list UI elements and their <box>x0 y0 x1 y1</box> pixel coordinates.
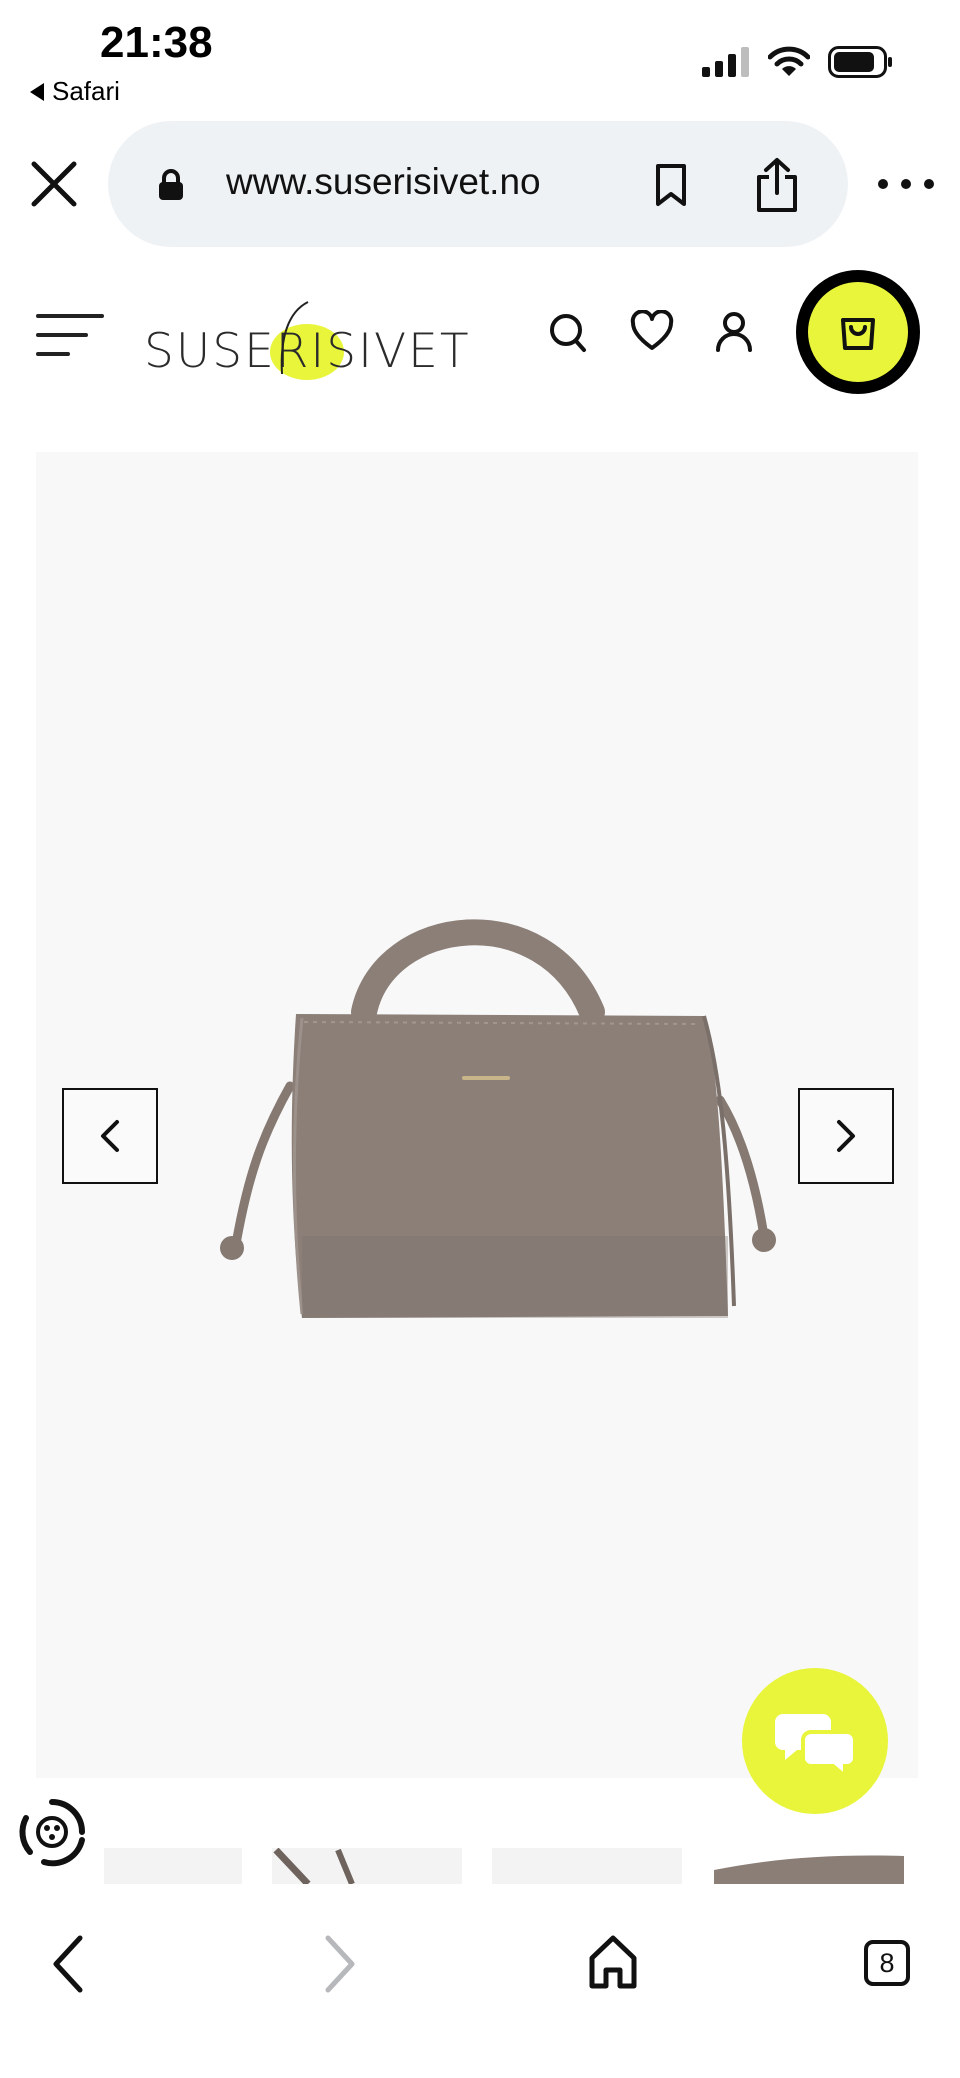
search-icon[interactable] <box>548 310 588 354</box>
chevron-right-icon <box>837 1120 855 1152</box>
back-triangle-icon <box>30 82 44 101</box>
thumbnail[interactable] <box>714 1848 904 1884</box>
lock-icon <box>159 169 183 200</box>
thumbnail-image <box>714 1848 904 1884</box>
status-icons <box>702 46 894 78</box>
wifi-icon <box>768 46 810 76</box>
thumbnail-strip <box>0 1848 960 1884</box>
address-bar[interactable]: www.suserisivet.no <box>108 121 848 247</box>
dot-icon <box>924 179 934 189</box>
user-icon[interactable] <box>714 310 754 352</box>
product-image <box>220 919 776 1318</box>
thumbnail-image <box>273 1848 355 1884</box>
forward-chevron-icon[interactable] <box>322 1934 358 1994</box>
browser-url-row: www.suserisivet.no <box>0 118 960 250</box>
status-bar: 21:38 Safari <box>0 0 960 110</box>
menu-line <box>36 314 104 318</box>
thumbnail[interactable] <box>272 1848 462 1884</box>
url-text: www.suserisivet.no <box>226 161 541 202</box>
browser-toolbar: 8 <box>0 1884 960 2078</box>
close-button[interactable] <box>28 158 80 210</box>
gallery-prev-button[interactable] <box>62 1088 158 1184</box>
cart-button[interactable] <box>796 270 920 394</box>
more-options-button[interactable] <box>878 166 934 202</box>
back-to-app-link[interactable]: Safari <box>30 76 120 107</box>
back-app-label: Safari <box>52 76 120 106</box>
shopping-bag-icon <box>841 318 875 350</box>
chevron-left-icon <box>101 1120 119 1152</box>
gallery-next-button[interactable] <box>798 1088 894 1184</box>
bookmark-icon[interactable] <box>654 163 688 207</box>
close-icon <box>31 161 77 207</box>
thumbnail[interactable] <box>492 1848 682 1884</box>
battery-icon <box>828 46 892 78</box>
thumbnail[interactable] <box>104 1848 242 1884</box>
chat-button[interactable] <box>742 1668 888 1814</box>
dot-icon <box>878 179 888 189</box>
menu-line <box>36 352 70 356</box>
dot-icon <box>901 179 911 189</box>
status-time: 21:38 <box>100 18 213 67</box>
share-icon[interactable] <box>754 157 800 213</box>
menu-button[interactable] <box>36 312 104 358</box>
home-icon[interactable] <box>588 1934 638 1990</box>
tabs-button[interactable]: 8 <box>864 1940 910 1986</box>
menu-line <box>36 333 88 337</box>
heart-icon[interactable] <box>630 310 674 352</box>
logo-slash-mark <box>280 301 309 375</box>
product-gallery[interactable] <box>36 452 918 1778</box>
back-chevron-icon[interactable] <box>50 1934 86 1994</box>
chat-bubbles-icon <box>775 1714 855 1776</box>
site-header: SUSERISIVET <box>0 270 960 400</box>
site-logo[interactable]: SUSERISIVET <box>140 294 469 384</box>
signal-icon <box>702 47 749 77</box>
